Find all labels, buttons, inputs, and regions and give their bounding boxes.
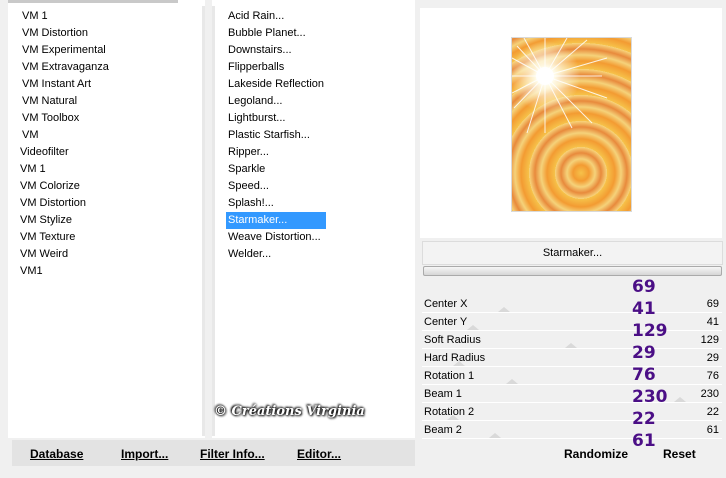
annotation-value: 76 bbox=[632, 365, 656, 385]
param-value: 61 bbox=[706, 424, 719, 436]
category-item[interactable]: VM Instant Art bbox=[18, 76, 111, 93]
editor-button[interactable]: Editor... bbox=[297, 447, 341, 461]
category-item[interactable]: VM1 bbox=[18, 263, 111, 280]
filter-scrollbar-vertical[interactable] bbox=[212, 6, 215, 436]
param-label: Rotation 1 bbox=[424, 370, 475, 382]
progress-bar bbox=[423, 266, 722, 276]
filter-item[interactable]: Speed... bbox=[226, 178, 326, 195]
slider-track[interactable] bbox=[422, 330, 722, 331]
filter-info-button[interactable]: Filter Info... bbox=[200, 447, 265, 461]
param-row-beam-1[interactable]: Beam 1 230 bbox=[422, 386, 722, 403]
param-value: 22 bbox=[706, 406, 719, 418]
filter-item[interactable]: Flipperballs bbox=[226, 59, 326, 76]
annotation-value: 129 bbox=[632, 321, 668, 341]
database-button[interactable]: Database bbox=[30, 447, 83, 461]
category-item[interactable]: VM Extravaganza bbox=[18, 59, 111, 76]
category-item[interactable]: VM Toolbox bbox=[18, 110, 111, 127]
param-row-center-x[interactable]: Center X 69 bbox=[422, 296, 722, 313]
param-row-rotation-2[interactable]: Rotation 2 22 bbox=[422, 404, 722, 421]
slider-track[interactable] bbox=[422, 348, 722, 349]
param-label: Center X bbox=[424, 298, 468, 310]
filter-item[interactable]: Downstairs... bbox=[226, 42, 326, 59]
category-item[interactable]: Videofilter bbox=[18, 144, 111, 161]
filter-item[interactable]: Plastic Starfish... bbox=[226, 127, 326, 144]
filter-item[interactable]: Bubble Planet... bbox=[226, 25, 326, 42]
param-row-soft-radius[interactable]: Soft Radius 129 bbox=[422, 332, 722, 349]
annotation-value: 230 bbox=[632, 387, 668, 407]
import-button[interactable]: Import... bbox=[121, 447, 168, 461]
annotation-value: 41 bbox=[632, 299, 656, 319]
category-item[interactable]: VM Experimental bbox=[18, 42, 111, 59]
category-scrollbar-vertical[interactable] bbox=[202, 6, 205, 436]
slider-track[interactable] bbox=[422, 438, 722, 439]
filter-item[interactable]: Sparkle bbox=[226, 161, 326, 178]
category-item[interactable]: VM Distortion bbox=[18, 25, 111, 42]
param-label: Beam 2 bbox=[424, 424, 462, 436]
param-value: 76 bbox=[706, 370, 719, 382]
category-item[interactable]: VM bbox=[18, 127, 111, 144]
slider-track[interactable] bbox=[422, 384, 722, 385]
param-row-beam-2[interactable]: Beam 2 61 bbox=[422, 422, 722, 439]
category-scrollbar-horizontal[interactable] bbox=[8, 0, 178, 3]
category-item[interactable]: VM Natural bbox=[18, 93, 111, 110]
param-value: 69 bbox=[706, 298, 719, 310]
filter-item[interactable]: Splash!... bbox=[226, 195, 326, 212]
filter-item[interactable]: Acid Rain... bbox=[226, 8, 326, 25]
filter-item[interactable]: Legoland... bbox=[226, 93, 326, 110]
param-value: 41 bbox=[706, 316, 719, 328]
param-label: Soft Radius bbox=[424, 334, 481, 346]
filter-title-button[interactable]: Starmaker... bbox=[422, 241, 723, 265]
slider-track[interactable] bbox=[422, 420, 722, 421]
filter-item[interactable]: Lakeside Reflection bbox=[226, 76, 326, 93]
reset-button[interactable]: Reset bbox=[663, 447, 696, 461]
watermark: © Créations Virginia bbox=[214, 404, 365, 419]
param-value: 29 bbox=[706, 352, 719, 364]
slider-track[interactable] bbox=[422, 312, 722, 313]
category-item[interactable]: VM Texture bbox=[18, 229, 111, 246]
category-item[interactable]: VM Weird bbox=[18, 246, 111, 263]
param-label: Beam 1 bbox=[424, 388, 462, 400]
param-label: Center Y bbox=[424, 316, 468, 328]
category-item[interactable]: VM Stylize bbox=[18, 212, 111, 229]
param-row-center-y[interactable]: Center Y 41 bbox=[422, 314, 722, 331]
filter-item[interactable]: Weave Distortion... bbox=[226, 229, 326, 246]
param-value: 230 bbox=[700, 388, 719, 400]
param-value: 129 bbox=[700, 334, 719, 346]
starburst-glow bbox=[512, 38, 608, 134]
randomize-button[interactable]: Randomize bbox=[564, 447, 628, 461]
category-item[interactable]: VM 1 bbox=[18, 161, 111, 178]
filter-item[interactable]: Lightburst... bbox=[226, 110, 326, 127]
filter-item-selected[interactable]: Starmaker... bbox=[226, 212, 327, 229]
annotation-value: 69 bbox=[632, 277, 656, 297]
slider-track[interactable] bbox=[422, 366, 722, 367]
category-list: VM 1 VM Distortion VM Experimental VM Ex… bbox=[18, 8, 111, 280]
param-row-rotation-1[interactable]: Rotation 1 76 bbox=[422, 368, 722, 385]
filter-item[interactable]: Welder... bbox=[226, 246, 326, 263]
category-item[interactable]: VM 1 bbox=[18, 8, 111, 25]
slider-track[interactable] bbox=[422, 402, 722, 403]
category-item[interactable]: VM Colorize bbox=[18, 178, 111, 195]
annotation-value: 61 bbox=[632, 431, 656, 451]
param-row-hard-radius[interactable]: Hard Radius 29 bbox=[422, 350, 722, 367]
annotation-value: 29 bbox=[632, 343, 656, 363]
annotation-value: 22 bbox=[632, 409, 656, 429]
filter-list: Acid Rain... Bubble Planet... Downstairs… bbox=[226, 8, 327, 263]
category-item[interactable]: VM Distortion bbox=[18, 195, 111, 212]
filter-item[interactable]: Ripper... bbox=[226, 144, 326, 161]
